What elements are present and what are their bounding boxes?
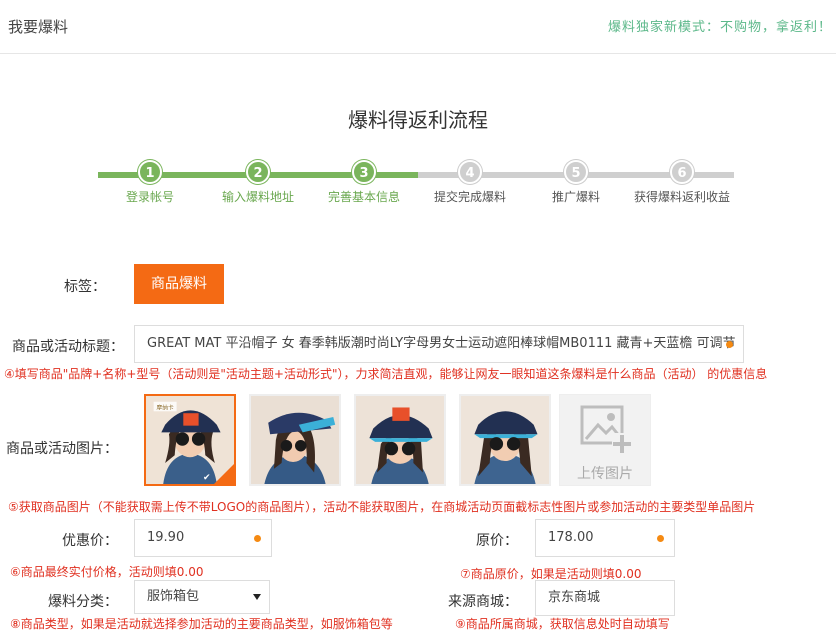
step-label: 获得爆料返利收益 xyxy=(633,190,730,204)
step-number: 2 xyxy=(246,160,270,184)
step-label: 完善基本信息 xyxy=(327,190,400,204)
price-input[interactable]: 19.90 xyxy=(134,519,272,557)
image-label: 商品或活动图片： xyxy=(6,441,118,457)
title-input[interactable]: GREAT MAT 平沿帽子 女 春季韩版潮时尚LY字母男女士运动遮阳棒球帽MB… xyxy=(134,325,744,363)
image-plus-icon xyxy=(580,405,632,453)
product-image-1[interactable]: 摩纳卡 ✔ xyxy=(144,394,236,486)
upload-image-button[interactable]: 上传图片 xyxy=(559,394,651,486)
mall-tip: ⑨商品所属商城，获取信息处时自动填写 xyxy=(455,617,670,631)
step-2: 2 输入爆料地址 xyxy=(203,160,313,205)
step-label: 推广爆料 xyxy=(551,190,600,204)
step-5: 5 推广爆料 xyxy=(521,160,631,205)
chevron-down-icon xyxy=(253,594,261,600)
required-dot xyxy=(657,535,664,542)
price-label: 优惠价： xyxy=(62,533,118,549)
category-select[interactable]: 服饰箱包 xyxy=(134,580,270,614)
header-slogan: 爆料独家新模式：不购物，拿返利！ xyxy=(607,20,832,35)
required-dot xyxy=(726,341,733,348)
upload-label: 上传图片 xyxy=(577,466,633,482)
price-input-value: 19.90 xyxy=(147,530,185,545)
tag-product-button[interactable]: 商品爆料 xyxy=(134,264,224,304)
category-label: 爆料分类： xyxy=(48,594,118,610)
title-label: 商品或活动标题： xyxy=(12,339,124,355)
orig-price-input-value: 178.00 xyxy=(548,530,594,545)
title-input-value: GREAT MAT 平沿帽子 女 春季韩版潮时尚LY字母男女士运动遮阳棒球帽MB… xyxy=(147,336,736,351)
step-label: 输入爆料地址 xyxy=(221,190,294,204)
orig-price-label: 原价： xyxy=(476,533,518,549)
tag-label: 标签： xyxy=(64,279,106,295)
mall-input-value: 京东商城 xyxy=(548,590,601,605)
price-tip: ⑥商品最终实付价格，活动则填0.00 xyxy=(10,565,204,579)
step-1: 1 登录帐号 xyxy=(95,160,205,205)
progress-steps: 1 登录帐号 2 输入爆料地址 3 完善基本信息 4 提交完成爆料 5 推广爆料… xyxy=(98,160,734,210)
product-photo xyxy=(251,396,339,484)
required-dot xyxy=(254,535,261,542)
thumb-logo-text: 摩纳卡 xyxy=(157,403,174,411)
selected-check: ✔ xyxy=(203,464,234,484)
page-title: 我要爆料 xyxy=(8,18,69,36)
product-image-4[interactable] xyxy=(459,394,551,486)
flow-title: 爆料得返利流程 xyxy=(348,108,488,132)
product-photo xyxy=(356,396,444,484)
image-tip: ⑤获取商品图片（不能获取需上传不带LOGO的商品图片），活动不能获取图片，在商城… xyxy=(8,500,756,514)
page-header: 我要爆料 爆料独家新模式：不购物，拿返利！ xyxy=(0,0,836,54)
product-photo xyxy=(461,396,549,484)
mall-label: 来源商城： xyxy=(448,594,518,610)
step-3: 3 完善基本信息 xyxy=(309,160,419,205)
step-4: 4 提交完成爆料 xyxy=(415,160,525,205)
check-icon: ✔ xyxy=(203,473,211,483)
product-image-2[interactable] xyxy=(249,394,341,486)
step-label: 提交完成爆料 xyxy=(433,190,506,204)
category-tip: ⑧商品类型，如果是活动就选择参加活动的主要商品类型，如服饰箱包等 xyxy=(10,617,393,631)
orig-price-input[interactable]: 178.00 xyxy=(535,519,675,557)
step-number: 4 xyxy=(458,160,482,184)
step-6: 6 获得爆料返利收益 xyxy=(627,160,737,205)
product-image-3[interactable] xyxy=(354,394,446,486)
title-tip: ④填写商品"品牌+名称+型号（活动则是"活动主题+活动形式"），力求简洁直观，能… xyxy=(4,367,768,381)
step-label: 登录帐号 xyxy=(125,190,174,204)
step-number: 1 xyxy=(138,160,162,184)
category-select-value: 服饰箱包 xyxy=(147,589,200,604)
step-number: 3 xyxy=(352,160,376,184)
step-number: 6 xyxy=(670,160,694,184)
mall-input[interactable]: 京东商城 xyxy=(535,580,675,616)
step-number: 5 xyxy=(564,160,588,184)
